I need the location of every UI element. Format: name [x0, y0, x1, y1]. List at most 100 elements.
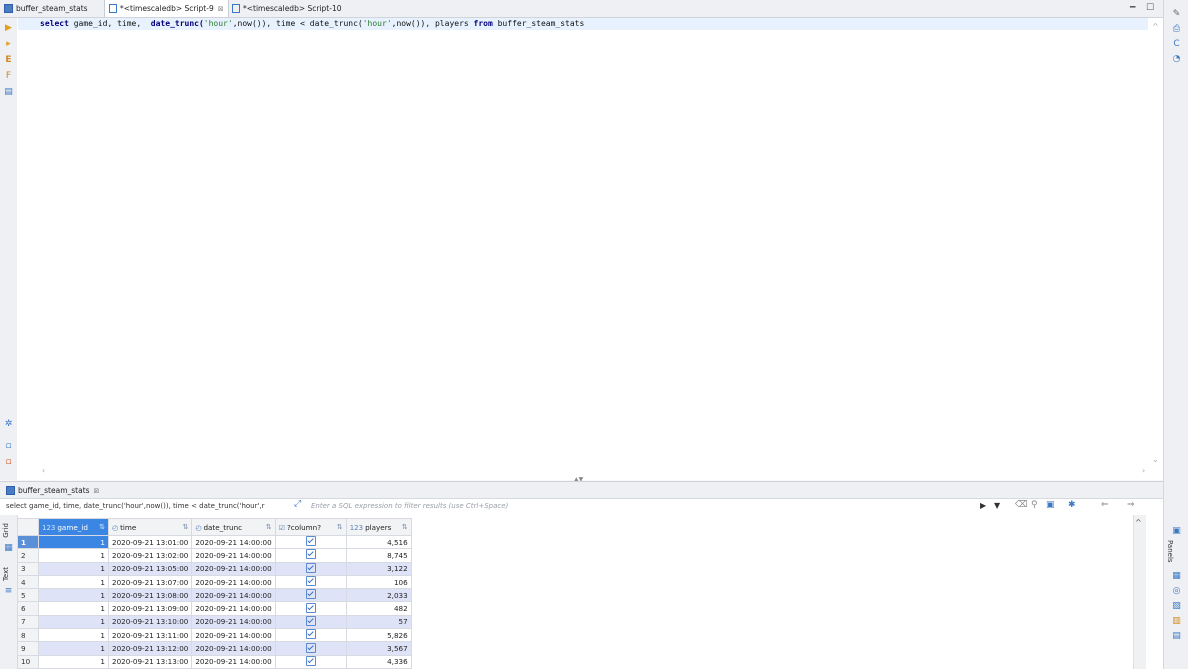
table-row[interactable]: 7 1 2020-09-21 13:10:00 2020-09-21 14:00:00… [17, 614, 412, 630]
cell-column[interactable] [274, 614, 347, 630]
checkbox-checked-icon[interactable] [305, 589, 316, 600]
layout-icon[interactable]: ✱ [1068, 500, 1076, 510]
cell-column[interactable] [274, 548, 347, 563]
column-header-game-id[interactable]: 123 game_id ⇅ [38, 518, 109, 536]
panel-grid-icon[interactable]: ▦ [1172, 572, 1181, 581]
print-icon[interactable]: ⎙ [1172, 25, 1181, 34]
grid-icon[interactable]: ▦ [4, 544, 13, 553]
cell-date-trunc[interactable]: 2020-09-21 14:00:00 [191, 641, 276, 656]
checkbox-checked-icon[interactable] [305, 536, 316, 547]
panels-icon[interactable]: ▣ [1172, 527, 1181, 536]
table-row[interactable]: 4 1 2020-09-21 13:07:00 2020-09-21 14:00:00… [17, 574, 412, 590]
cell-column[interactable] [274, 561, 347, 576]
cell-date-trunc[interactable]: 2020-09-21 14:00:00 [191, 561, 276, 576]
cell-game-id[interactable]: 1 [38, 548, 109, 563]
cell-time[interactable]: 2020-09-21 13:09:00 [107, 601, 193, 616]
cell-game-id[interactable]: 1 [38, 574, 109, 590]
cell-date-trunc[interactable]: 2020-09-21 14:00:00 [191, 534, 276, 550]
cell-time[interactable]: 2020-09-21 13:12:00 [107, 641, 193, 656]
tab-script-9[interactable]: *<timescaledb> Script-9 ⊠ [104, 0, 229, 17]
cell-date-trunc[interactable]: 2020-09-21 14:00:00 [191, 628, 276, 643]
row-number[interactable]: 6 [17, 601, 39, 616]
tab-results[interactable]: buffer_steam_stats ⊠ [2, 482, 103, 499]
cell-column[interactable] [274, 641, 347, 656]
filter-history-icon[interactable]: ▼ [994, 501, 1000, 510]
grid-view-tab[interactable]: Grid [2, 523, 10, 538]
row-number[interactable]: 4 [17, 574, 39, 590]
panel-value-icon[interactable]: ◎ [1172, 587, 1181, 596]
cell-date-trunc[interactable]: 2020-09-21 14:00:00 [191, 588, 276, 603]
table-row[interactable]: 5 1 2020-09-21 13:08:00 2020-09-21 14:00:00… [17, 588, 412, 603]
grid-vertical-scrollbar[interactable] [1133, 515, 1146, 669]
back-icon[interactable]: ⇐ [1101, 500, 1109, 510]
row-number[interactable]: 9 [17, 641, 39, 656]
cell-players[interactable]: 3,567 [345, 641, 412, 656]
sort-filter-icon[interactable]: ⇅ [99, 523, 105, 531]
checkbox-checked-icon[interactable] [305, 615, 316, 626]
filter-settings-icon[interactable]: ⚲ [1031, 500, 1038, 510]
execute-statement-icon[interactable]: ▶ [4, 24, 13, 33]
scroll-up-icon[interactable]: ^ [1135, 518, 1142, 527]
cell-game-id[interactable]: 1 [38, 628, 109, 643]
column-header-date-trunc[interactable]: ◴ date_trunc ⇅ [191, 518, 276, 536]
checkbox-checked-icon[interactable] [305, 642, 316, 653]
cell-players[interactable]: 106 [345, 574, 412, 590]
table-row[interactable]: 8 1 2020-09-21 13:11:00 2020-09-21 14:00:00… [17, 628, 412, 643]
expand-filter-icon[interactable]: ⤢ [294, 499, 306, 509]
clear-filter-icon[interactable]: ⌫ [1015, 500, 1028, 510]
open-script-icon[interactable]: ▫ [4, 458, 13, 467]
cell-time[interactable]: 2020-09-21 13:13:00 [107, 654, 193, 669]
close-icon[interactable]: ⊠ [94, 487, 100, 495]
edit-icon[interactable]: ✎ [1172, 10, 1181, 19]
cell-players[interactable]: 5,826 [345, 628, 412, 643]
cell-date-trunc[interactable]: 2020-09-21 14:00:00 [191, 614, 276, 630]
cell-column[interactable] [274, 628, 347, 643]
table-row[interactable]: 2 1 2020-09-21 13:02:00 2020-09-21 14:00:00… [17, 548, 412, 563]
cell-players[interactable]: 57 [345, 614, 412, 630]
row-number[interactable]: 10 [17, 654, 39, 669]
sort-filter-icon[interactable]: ⇅ [182, 523, 188, 531]
cell-time[interactable]: 2020-09-21 13:11:00 [107, 628, 193, 643]
table-row[interactable]: 1 1 2020-09-21 13:01:00 2020-09-21 14:00:00… [17, 534, 412, 550]
row-number[interactable]: 2 [17, 548, 39, 563]
checkbox-checked-icon[interactable] [305, 629, 316, 640]
cell-time[interactable]: 2020-09-21 13:01:00 [107, 534, 193, 550]
table-row[interactable]: 10 1 2020-09-21 13:13:00 2020-09-21 14:00:0… [17, 654, 412, 669]
maximize-icon[interactable]: ☐ [1146, 3, 1154, 13]
panel-chart-icon[interactable]: ▥ [1172, 617, 1181, 626]
table-row[interactable]: 9 1 2020-09-21 13:12:00 2020-09-21 14:00:00… [17, 641, 412, 656]
save-filter-icon[interactable]: ▣ [1046, 500, 1055, 510]
corner-cell[interactable] [17, 518, 39, 536]
panel-image-icon[interactable]: ▧ [1172, 602, 1181, 611]
scroll-down-icon[interactable]: ⌄ [1152, 455, 1159, 464]
cell-time[interactable]: 2020-09-21 13:07:00 [107, 574, 193, 590]
cell-players[interactable]: 3,122 [345, 561, 412, 576]
cell-game-id[interactable]: 1 [38, 561, 109, 576]
panels-label[interactable]: Panels [1166, 540, 1174, 563]
tab-script-10[interactable]: *<timescaledb> Script-10 [228, 0, 346, 17]
cell-date-trunc[interactable]: 2020-09-21 14:00:00 [191, 574, 276, 590]
row-number[interactable]: 3 [17, 561, 39, 576]
row-number[interactable]: 1 [17, 534, 39, 550]
cell-players[interactable]: 4,516 [345, 534, 412, 550]
close-icon[interactable]: ⊠ [218, 5, 224, 13]
column-header-players[interactable]: 123 players ⇅ [345, 518, 412, 536]
sql-editor[interactable] [17, 18, 1163, 480]
minimize-icon[interactable]: ━ [1130, 3, 1135, 13]
apply-filter-icon[interactable]: ▶ [980, 501, 986, 510]
checkbox-checked-icon[interactable] [305, 655, 316, 666]
text-view-tab[interactable]: Text [2, 567, 10, 581]
cell-game-id[interactable]: 1 [38, 641, 109, 656]
cell-column[interactable] [274, 588, 347, 603]
text-icon[interactable]: ≡ [4, 587, 13, 596]
settings-gear-icon[interactable]: ✲ [4, 420, 13, 429]
cell-date-trunc[interactable]: 2020-09-21 14:00:00 [191, 601, 276, 616]
cell-game-id[interactable]: 1 [38, 601, 109, 616]
cell-time[interactable]: 2020-09-21 13:02:00 [107, 548, 193, 563]
scroll-up-icon[interactable]: ^ [1152, 22, 1159, 31]
cell-players[interactable]: 8,745 [345, 548, 412, 563]
dashboard-icon[interactable]: ◔ [1172, 55, 1181, 64]
row-number[interactable]: 5 [17, 588, 39, 603]
checkbox-checked-icon[interactable] [305, 602, 316, 613]
table-row[interactable]: 6 1 2020-09-21 13:09:00 2020-09-21 14:00:00… [17, 601, 412, 616]
